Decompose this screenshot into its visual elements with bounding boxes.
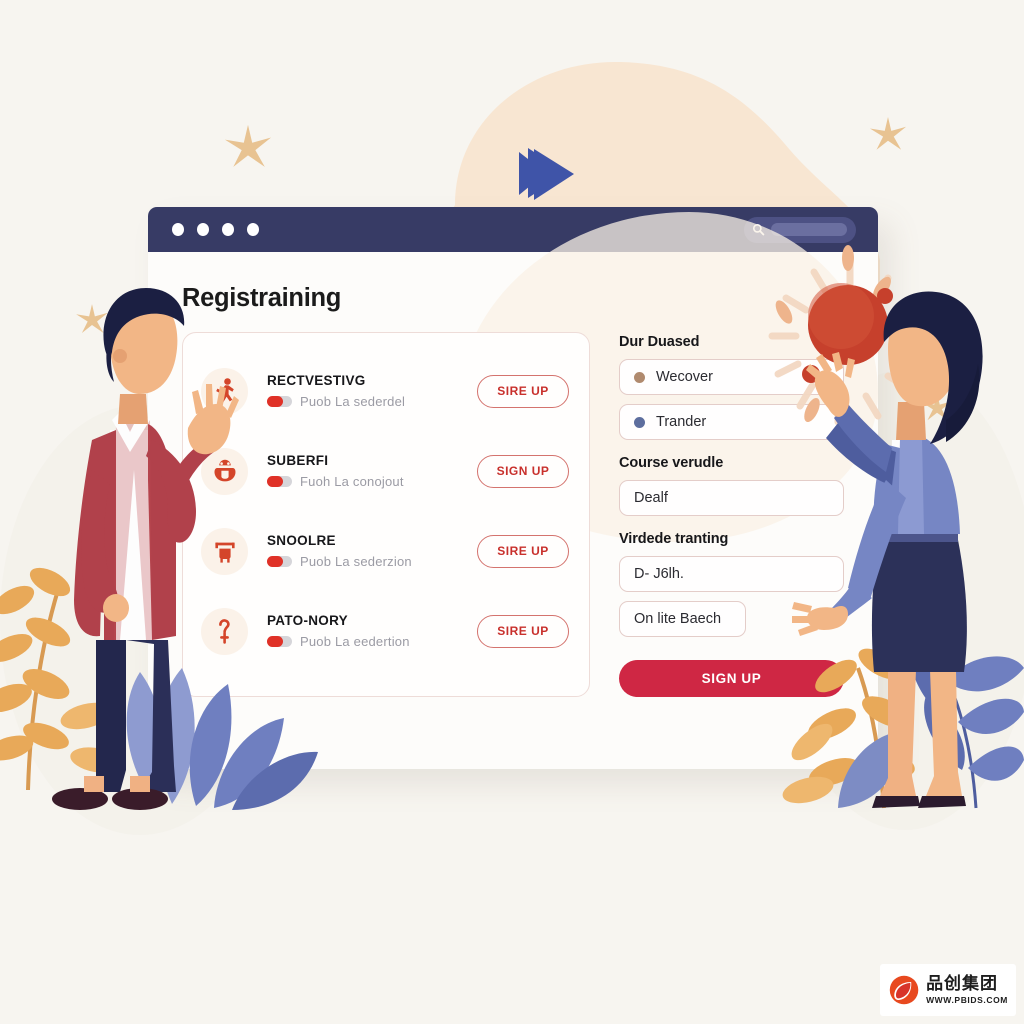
- form-group-2-label: Course verudle: [619, 455, 724, 471]
- form-group-1-label: Dur Duased: [619, 334, 700, 350]
- course-subtitle-row: Fuoh La conojout: [267, 474, 477, 489]
- course-schedule-input[interactable]: Dealf: [619, 480, 844, 516]
- course-signup-button[interactable]: SIRE UP: [477, 374, 569, 408]
- course-text: RECTVESTIVG Puob La sederdel: [248, 373, 477, 409]
- course-row[interactable]: SUBERFI Fuoh La conojout SIGN UP: [201, 431, 569, 511]
- course-subtitle-row: Puob La eedertion: [267, 634, 477, 649]
- course-name: RECTVESTIVG: [267, 373, 366, 388]
- browser-window: Registraining RECTVESTIVG Puob La sederd…: [148, 207, 878, 769]
- training-location-value: On lite Baech: [634, 611, 722, 627]
- page-title: Registraining: [182, 284, 342, 312]
- content-columns: RECTVESTIVG Puob La sederdel SIRE UP SUB…: [182, 332, 844, 697]
- watermark-text: 品创集团 WWW.PBIDS.COM: [926, 973, 1008, 1005]
- course-subtitle: Puob La sederzion: [300, 554, 412, 569]
- option-dot: [634, 416, 645, 428]
- course-schedule-value: Dealf: [634, 490, 668, 506]
- window-dot-4[interactable]: [247, 223, 259, 236]
- course-text: PATO-NORY Puob La eedertion: [248, 613, 477, 649]
- course-signup-button[interactable]: SIRE UP: [477, 614, 569, 648]
- submit-signup-button[interactable]: SIGN UP: [619, 660, 844, 697]
- signup-form: Dur Duased Wecover Trander Course verudl…: [619, 332, 844, 697]
- leaf-logo-icon: [889, 975, 919, 1005]
- course-list-card: RECTVESTIVG Puob La sederdel SIRE UP SUB…: [182, 332, 590, 697]
- course-row[interactable]: SNOOLRE Puob La sederzion SIRE UP: [201, 511, 569, 591]
- course-row[interactable]: RECTVESTIVG Puob La sederdel SIRE UP: [201, 351, 569, 431]
- illustration-canvas: Registraining RECTVESTIVG Puob La sederd…: [0, 0, 1024, 1024]
- plant-left-gold: [0, 567, 71, 791]
- course-subtitle: Puob La sederdel: [300, 394, 406, 409]
- course-signup-button[interactable]: SIGN UP: [477, 454, 569, 488]
- window-dot-1[interactable]: [172, 223, 184, 236]
- course-subtitle-row: Puob La sederdel: [267, 394, 477, 409]
- course-text: SNOOLRE Puob La sederzion: [248, 533, 477, 569]
- bench-icon: [201, 527, 248, 575]
- window-content: Registraining RECTVESTIVG Puob La sederd…: [148, 212, 878, 769]
- course-name: PATO-NORY: [267, 613, 348, 628]
- mask-face-icon: [201, 447, 248, 495]
- window-dot-3[interactable]: [222, 223, 234, 236]
- course-row[interactable]: PATO-NORY Puob La eedertion SIRE UP: [201, 591, 569, 671]
- watermark-url: WWW.PBIDS.COM: [926, 994, 1008, 1005]
- question-mark-icon: [201, 607, 248, 655]
- watermark: 品创集团 WWW.PBIDS.COM: [880, 964, 1016, 1016]
- course-toggle[interactable]: [267, 636, 292, 647]
- course-toggle[interactable]: [267, 476, 292, 487]
- plant-left-gold-2: [60, 702, 122, 773]
- watermark-company: 品创集团: [926, 973, 999, 994]
- course-text: SUBERFI Fuoh La conojout: [248, 453, 477, 489]
- option-label: Trander: [656, 414, 707, 430]
- course-signup-button[interactable]: SIRE UP: [477, 534, 569, 568]
- course-toggle[interactable]: [267, 556, 292, 567]
- option-trander[interactable]: Trander: [619, 404, 844, 440]
- option-label: Wecover: [656, 369, 713, 385]
- option-wecover[interactable]: Wecover: [619, 359, 844, 395]
- runner-icon: [201, 367, 248, 415]
- course-subtitle: Puob La eedertion: [300, 634, 410, 649]
- option-dot: [634, 371, 645, 383]
- course-toggle[interactable]: [267, 396, 292, 407]
- training-date-value: D- J6lh.: [634, 566, 684, 582]
- window-dot-2[interactable]: [197, 223, 209, 236]
- course-name: SUBERFI: [267, 453, 329, 468]
- window-control-dots: [172, 223, 259, 236]
- form-group-3-label: Virdede tranting: [619, 531, 729, 547]
- training-location-input[interactable]: On lite Baech: [619, 601, 746, 637]
- course-subtitle: Fuoh La conojout: [300, 474, 404, 489]
- course-name: SNOOLRE: [267, 533, 336, 548]
- training-date-input[interactable]: D- J6lh.: [619, 556, 844, 592]
- course-subtitle-row: Puob La sederzion: [267, 554, 477, 569]
- search-input-track: [771, 223, 847, 236]
